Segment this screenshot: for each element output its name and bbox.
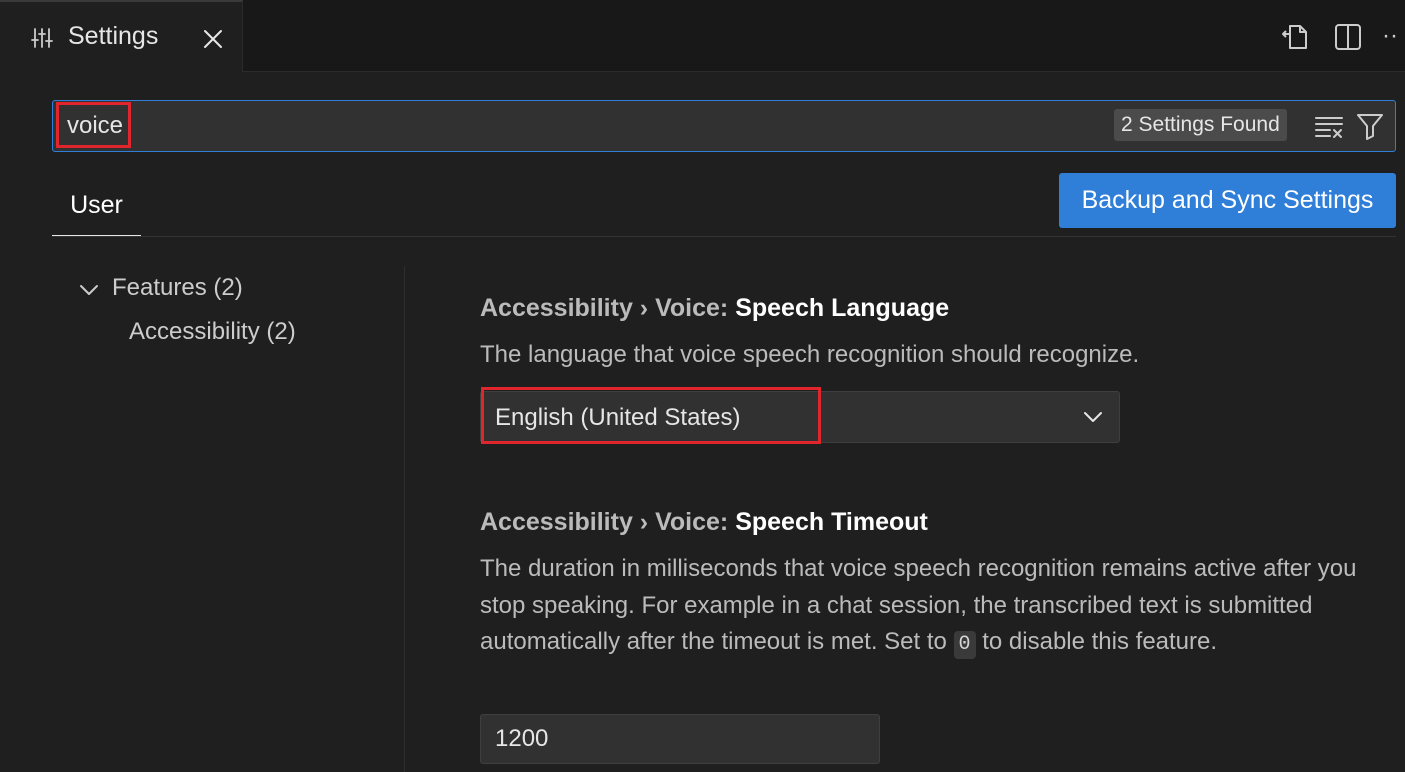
toc-divider xyxy=(404,266,405,772)
description-text: The duration in milliseconds that voice … xyxy=(480,555,1357,655)
search-input[interactable] xyxy=(67,101,1067,151)
inline-code: 0 xyxy=(953,631,976,659)
toc-item-accessibility[interactable]: Accessibility (2) xyxy=(129,318,296,346)
toc-item-features[interactable]: Features (2) xyxy=(112,274,243,302)
tab-user[interactable]: User xyxy=(52,182,141,237)
chevron-down-icon xyxy=(1084,412,1102,422)
setting-title-speech-language: Accessibility › Voice: Speech Language xyxy=(480,294,949,323)
filter-icon[interactable] xyxy=(1355,111,1385,141)
setting-category: Accessibility › Voice: xyxy=(480,508,736,536)
open-settings-json-icon[interactable] xyxy=(1280,22,1310,52)
setting-name: Speech Timeout xyxy=(735,508,928,536)
close-icon[interactable] xyxy=(201,27,225,51)
more-actions-icon[interactable]: ·· xyxy=(1382,22,1398,50)
setting-description: The duration in milliseconds that voice … xyxy=(480,551,1380,661)
tab-title: Settings xyxy=(68,22,159,50)
settings-sliders-icon xyxy=(31,28,53,48)
setting-category: Accessibility › Voice: xyxy=(480,294,736,322)
setting-title-speech-timeout: Accessibility › Voice: Speech Timeout xyxy=(480,508,928,537)
speech-language-dropdown[interactable]: English (United States) xyxy=(480,391,1120,443)
chevron-down-icon[interactable] xyxy=(77,278,101,302)
results-count-badge: 2 Settings Found xyxy=(1114,109,1287,141)
settings-tab[interactable]: Settings xyxy=(0,0,243,72)
setting-description: The language that voice speech recogniti… xyxy=(480,341,1140,368)
clear-filter-icon[interactable] xyxy=(1314,112,1344,140)
scope-tabs-divider xyxy=(52,236,1396,237)
description-text: to disable this feature. xyxy=(975,628,1218,655)
split-editor-icon[interactable] xyxy=(1333,22,1363,52)
speech-timeout-input[interactable] xyxy=(480,714,880,764)
backup-and-sync-button[interactable]: Backup and Sync Settings xyxy=(1059,173,1396,228)
setting-name: Speech Language xyxy=(735,294,950,322)
editor-tab-bar: Settings ·· xyxy=(0,0,1405,72)
dropdown-selected-value: English (United States) xyxy=(495,404,741,431)
